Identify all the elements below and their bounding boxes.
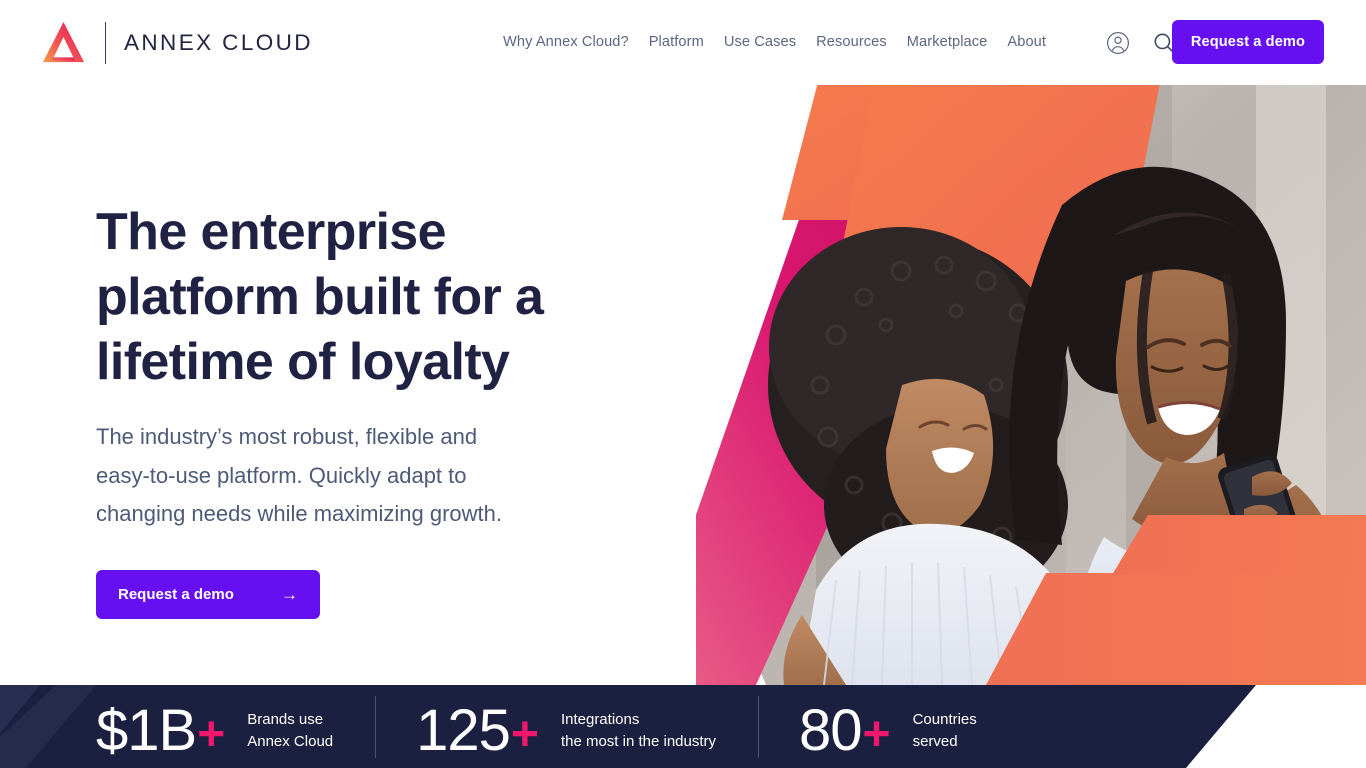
logo[interactable]: ANNEX CLOUD bbox=[40, 15, 313, 70]
stat-number-countries: 80 bbox=[799, 697, 863, 763]
hero-title-line-1: The enterprise bbox=[96, 203, 447, 261]
stat-value-brands: $1B + bbox=[96, 694, 225, 763]
stats-band: $1B + Brands use Annex Cloud 125 + Integra… bbox=[0, 685, 1366, 768]
hero-title-line-3: lifetime of loyalty bbox=[96, 333, 510, 391]
stat-number-brands: $1B bbox=[96, 697, 197, 763]
hero-title: The enterprise platform built for a life… bbox=[96, 200, 656, 395]
hero-cta-label: Request a demo bbox=[118, 585, 234, 603]
hero-subtitle-line-1: The industry’s most robust, flexible and bbox=[96, 424, 478, 449]
hero-subtitle: The industry’s most robust, flexible and… bbox=[96, 418, 596, 534]
nav-item-marketplace[interactable]: Marketplace bbox=[897, 0, 998, 85]
hero-title-line-2: platform built for a bbox=[96, 268, 544, 326]
stat-item-countries: 80 + Countries served bbox=[759, 685, 977, 768]
arrow-right-icon: → bbox=[281, 584, 298, 604]
nav-item-use-cases[interactable]: Use Cases bbox=[714, 0, 806, 85]
stat-plus-integrations: + bbox=[510, 707, 539, 761]
hero-subtitle-line-3: changing needs while maximizing growth. bbox=[96, 501, 502, 526]
logo-divider bbox=[105, 21, 106, 64]
nav-item-why-annex-cloud[interactable]: Why Annex Cloud? bbox=[503, 0, 639, 85]
stat-item-integrations: 125 + Integrations the most in the indust… bbox=[376, 685, 758, 768]
hero-photo-artwork bbox=[696, 85, 1366, 685]
stat-plus-brands: + bbox=[197, 707, 225, 761]
stats-list: $1B + Brands use Annex Cloud 125 + Integra… bbox=[0, 685, 1250, 768]
header-icon-group bbox=[1106, 0, 1176, 85]
annex-cloud-triangle-logo-icon bbox=[42, 21, 85, 63]
stat-value-countries: 80 + bbox=[799, 694, 891, 763]
stat-label-integrations: Integrations the most in the industry bbox=[560, 710, 717, 750]
hero-section: The enterprise platform built for a life… bbox=[0, 85, 1366, 685]
stat-item-brands: $1B + Brands use Annex Cloud bbox=[0, 685, 375, 768]
site-header: ANNEX CLOUD Why Annex Cloud? Platform Us… bbox=[0, 0, 1366, 85]
hero-image bbox=[696, 85, 1366, 685]
nav-item-about[interactable]: About bbox=[997, 0, 1056, 85]
main-navigation: Why Annex Cloud? Platform Use Cases Reso… bbox=[503, 0, 1056, 85]
nav-item-platform[interactable]: Platform bbox=[639, 0, 714, 85]
stat-plus-countries: + bbox=[862, 707, 891, 761]
hero-subtitle-line-2: easy-to-use platform. Quickly adapt to bbox=[96, 462, 467, 488]
request-a-demo-hero-button[interactable]: Request a demo → bbox=[96, 569, 320, 619]
user-account-icon[interactable] bbox=[1106, 31, 1130, 55]
nav-item-resources[interactable]: Resources bbox=[806, 0, 897, 85]
hero-copy: The enterprise platform built for a life… bbox=[96, 200, 656, 619]
stat-value-integrations: 125 + bbox=[416, 694, 539, 763]
stat-number-integrations: 125 bbox=[416, 697, 511, 763]
logo-wordmark: ANNEX CLOUD bbox=[124, 29, 313, 55]
stat-label-brands: Brands use Annex Cloud bbox=[247, 710, 334, 750]
request-a-demo-header-button[interactable]: Request a demo bbox=[1171, 20, 1324, 64]
stat-label-countries: Countries served bbox=[912, 710, 977, 750]
